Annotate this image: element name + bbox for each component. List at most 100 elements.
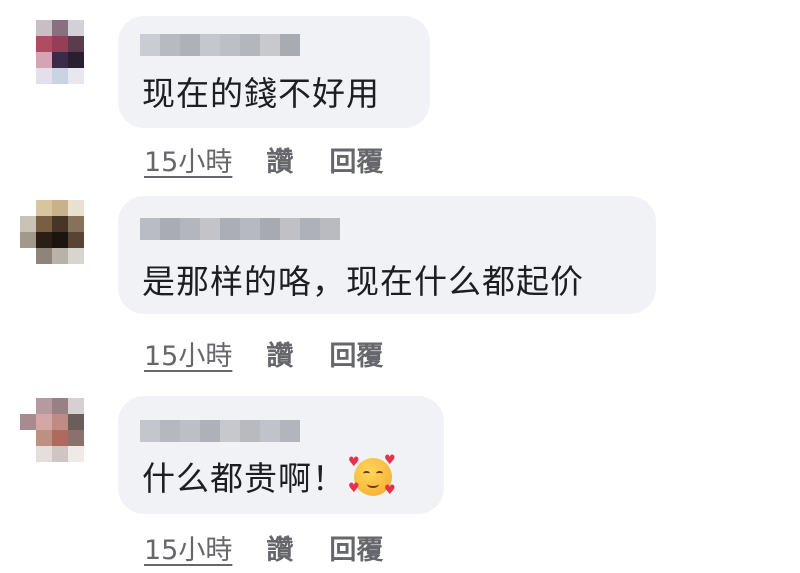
avatar-pixel <box>36 248 52 264</box>
name-pixel <box>140 34 160 56</box>
name-pixel <box>140 218 160 240</box>
avatar-pixel <box>36 430 52 446</box>
avatar-pixel <box>20 20 36 36</box>
avatar-pixel <box>68 446 84 462</box>
reply-button[interactable]: 回覆 <box>329 334 383 373</box>
avatar-pixel <box>20 430 36 446</box>
avatar-pixel <box>84 264 100 280</box>
avatar-pixel <box>84 248 100 264</box>
name-pixel <box>300 218 320 240</box>
avatar-pixel <box>68 200 84 216</box>
avatar-pixel <box>20 216 36 232</box>
avatar-pixel <box>84 20 100 36</box>
avatar-pixel <box>20 200 36 216</box>
timestamp-link[interactable]: 15小時 <box>144 334 232 373</box>
avatar[interactable] <box>20 200 100 280</box>
commenter-name-blurred[interactable] <box>140 34 300 56</box>
avatar-pixel <box>84 232 100 248</box>
name-pixel <box>280 218 300 240</box>
reply-button[interactable]: 回覆 <box>329 528 383 567</box>
avatar-pixel <box>84 216 100 232</box>
comment-text: 现在的錢不好用 <box>142 74 380 113</box>
avatar-pixel <box>36 446 52 462</box>
name-pixel <box>260 218 280 240</box>
avatar-pixel <box>52 398 68 414</box>
avatar-pixel <box>84 200 100 216</box>
name-pixel <box>180 34 200 56</box>
comment-text: 什么都贵啊！ ♥ ♥ ♥ ♥ <box>142 453 397 499</box>
avatar-pixel <box>52 68 68 84</box>
avatar-pixel <box>52 462 68 478</box>
avatar-pixel <box>52 446 68 462</box>
avatar-pixel <box>36 200 52 216</box>
avatar-pixel <box>36 36 52 52</box>
timestamp-link[interactable]: 15小時 <box>144 528 232 567</box>
comment-bubble: 是那样的咯，现在什么都起价 <box>118 196 656 314</box>
comment-text-content: 什么都贵啊！ <box>142 459 346 498</box>
name-pixel <box>140 420 160 442</box>
avatar-pixel <box>52 430 68 446</box>
avatar-pixel <box>36 84 52 100</box>
avatar-pixel <box>52 52 68 68</box>
avatar-pixel <box>20 36 36 52</box>
name-pixel <box>220 420 240 442</box>
commenter-name-blurred[interactable] <box>140 420 300 442</box>
avatar-pixel <box>36 264 52 280</box>
name-pixel <box>200 420 220 442</box>
avatar-pixel <box>36 398 52 414</box>
avatar-pixel <box>68 398 84 414</box>
name-pixel <box>160 420 180 442</box>
avatar-pixel <box>68 264 84 280</box>
avatar-pixel <box>68 462 84 478</box>
avatar-pixel <box>20 446 36 462</box>
name-pixel <box>180 420 200 442</box>
avatar-pixel <box>20 68 36 84</box>
avatar-pixel <box>20 414 36 430</box>
avatar-pixel <box>52 20 68 36</box>
avatar-pixel <box>20 84 36 100</box>
avatar-pixel <box>52 216 68 232</box>
name-pixel <box>240 420 260 442</box>
comment-bubble: 什么都贵啊！ ♥ ♥ ♥ ♥ <box>118 396 444 514</box>
name-pixel <box>160 34 180 56</box>
avatar-pixel <box>52 36 68 52</box>
avatar-pixel <box>68 68 84 84</box>
avatar-pixel <box>20 264 36 280</box>
like-button[interactable]: 讚 <box>266 334 293 373</box>
comment-bubble: 现在的錢不好用 <box>118 16 430 128</box>
comment-actions: 15小時 讚 回覆 <box>144 334 383 373</box>
avatar-pixel <box>84 414 100 430</box>
avatar-pixel <box>68 84 84 100</box>
avatar-pixel <box>52 264 68 280</box>
like-button[interactable]: 讚 <box>266 528 293 567</box>
avatar-pixel <box>52 414 68 430</box>
avatar[interactable] <box>20 398 100 478</box>
commenter-name-blurred[interactable] <box>140 218 340 240</box>
avatar-pixel <box>36 20 52 36</box>
name-pixel <box>200 218 220 240</box>
avatar-pixel <box>84 462 100 478</box>
avatar-pixel <box>52 84 68 100</box>
avatar[interactable] <box>20 20 100 100</box>
like-button[interactable]: 讚 <box>266 140 293 179</box>
name-pixel <box>240 218 260 240</box>
name-pixel <box>280 34 300 56</box>
timestamp-link[interactable]: 15小時 <box>144 140 232 179</box>
avatar-pixel <box>84 84 100 100</box>
avatar-pixel <box>36 414 52 430</box>
avatar-pixel <box>52 232 68 248</box>
avatar-pixel <box>84 446 100 462</box>
avatar-pixel <box>36 52 52 68</box>
avatar-pixel <box>68 36 84 52</box>
avatar-pixel <box>84 36 100 52</box>
avatar-pixel <box>20 248 36 264</box>
comment-actions: 15小時 讚 回覆 <box>144 140 383 179</box>
name-pixel <box>200 34 220 56</box>
avatar-pixel <box>36 68 52 84</box>
name-pixel <box>260 420 280 442</box>
avatar-pixel <box>36 232 52 248</box>
avatar-pixel <box>68 248 84 264</box>
smiling-face-with-hearts-icon: ♥ ♥ ♥ ♥ <box>348 453 397 498</box>
reply-button[interactable]: 回覆 <box>329 140 383 179</box>
name-pixel <box>240 34 260 56</box>
